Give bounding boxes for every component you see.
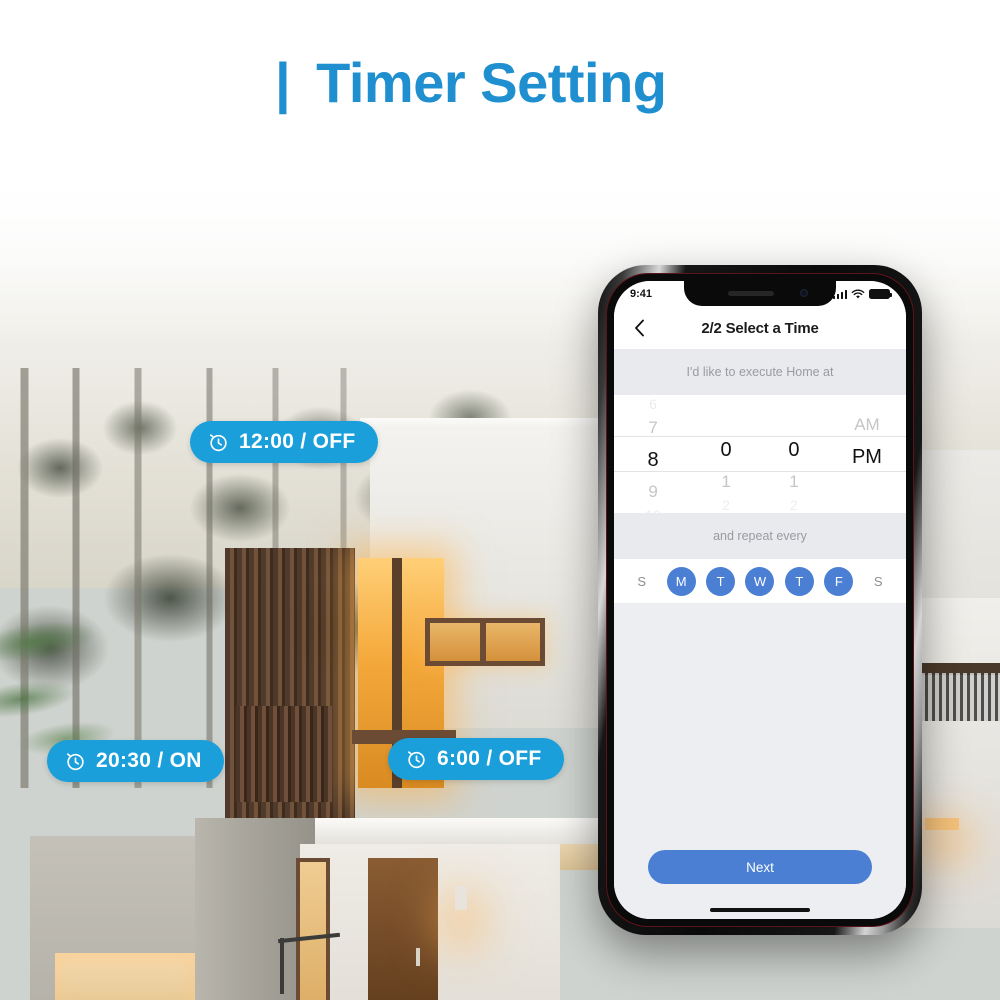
status-bar-time: 9:41 — [630, 288, 653, 300]
day-label: S — [873, 573, 883, 589]
lit-alcove — [55, 953, 195, 1000]
timer-badge-3-label: 6:00 / OFF — [437, 747, 542, 770]
entry-side-window — [296, 858, 330, 1000]
page-title-text: Timer Setting — [316, 51, 667, 114]
wifi-icon — [851, 289, 865, 298]
timer-badge-1: 12:00 / OFF — [190, 421, 378, 463]
picker-selection-line-top — [614, 436, 906, 437]
hour-wheel[interactable]: 6 7 8 9 10 — [614, 395, 692, 513]
minute-tens-option-above[interactable] — [692, 409, 760, 433]
header-band: | Timer Setting — [0, 0, 1000, 132]
back-button[interactable] — [628, 317, 650, 339]
hour-option-below[interactable]: 9 — [614, 477, 692, 507]
day-toggle-wednesday[interactable]: W — [745, 566, 775, 596]
clock-icon — [406, 749, 427, 770]
day-toggle-sunday[interactable]: S — [627, 567, 656, 596]
screen-filler — [614, 603, 906, 850]
front-camera — [800, 289, 808, 297]
page-title: | Timer Setting — [275, 50, 667, 115]
day-toggle-tuesday[interactable]: T — [706, 566, 736, 596]
door-handle — [416, 948, 420, 966]
chevron-left-icon — [634, 319, 644, 337]
timer-badge-3: 6:00 / OFF — [388, 738, 564, 780]
minute-ones-option-above[interactable] — [760, 409, 828, 433]
phone-screen: 9:41 2/2 Select a Time I'd like to execu… — [614, 281, 906, 919]
battery-full-icon — [869, 289, 892, 299]
meridiem-option-below-far[interactable] — [828, 500, 906, 514]
exterior-wall-light-right — [925, 818, 959, 830]
promo-page: | Timer Setting 12:00 / OFF 20:30 / ON 6… — [0, 0, 1000, 1000]
minute-ones-option-below-far[interactable]: 2 — [760, 497, 828, 513]
nav-bar: 2/2 Select a Time — [614, 307, 906, 349]
minute-ones-wheel[interactable]: 0 1 2 — [760, 395, 828, 513]
day-label: T — [795, 573, 804, 589]
stair-handrail-post — [280, 938, 284, 994]
home-indicator-bar — [710, 908, 810, 912]
phone-mockup: 9:41 2/2 Select a Time I'd like to execu… — [598, 265, 922, 935]
hour-option-below-far[interactable]: 10 — [614, 507, 692, 513]
phone-notch — [684, 281, 836, 306]
time-picker[interactable]: 6 7 8 9 10 0 1 2 — [614, 395, 906, 513]
repeat-days-row[interactable]: S M T W T F S — [614, 559, 906, 603]
day-label: T — [716, 573, 725, 589]
meridiem-option-selected[interactable]: PM — [828, 440, 906, 474]
title-bar-glyph: | — [275, 51, 291, 114]
picker-selection-line-bottom — [614, 471, 906, 472]
minute-ones-option-above-far[interactable] — [760, 395, 828, 409]
time-picker-wheels[interactable]: 6 7 8 9 10 0 1 2 — [614, 395, 906, 513]
phone-bezel: 9:41 2/2 Select a Time I'd like to execu… — [606, 273, 914, 927]
clock-icon — [208, 432, 229, 453]
wood-slat-accent — [236, 706, 332, 802]
day-label: S — [637, 573, 647, 589]
earpiece-speaker — [728, 291, 774, 296]
execute-label: I'd like to execute Home at — [614, 349, 906, 395]
next-button-container: Next — [614, 850, 906, 884]
timer-badge-1-label: 12:00 / OFF — [239, 430, 356, 453]
hour-option-above-far[interactable]: 6 — [614, 395, 692, 413]
nav-title: 2/2 Select a Time — [701, 319, 819, 337]
day-label: W — [753, 573, 767, 589]
day-label: M — [675, 573, 687, 589]
day-label: F — [834, 573, 843, 589]
front-door — [368, 858, 438, 1000]
minute-ones-option-selected[interactable]: 0 — [760, 433, 828, 467]
minute-tens-option-below-far[interactable]: 2 — [692, 497, 760, 513]
repeat-label: and repeat every — [614, 513, 906, 559]
timer-badge-2: 20:30 / ON — [47, 740, 224, 782]
timer-badge-2-label: 20:30 / ON — [96, 749, 202, 772]
home-indicator — [614, 908, 906, 919]
clock-icon — [65, 751, 86, 772]
screen-body: I'd like to execute Home at 6 7 8 9 10 — [614, 349, 906, 919]
day-toggle-thursday[interactable]: T — [784, 566, 814, 596]
minute-tens-option-above-far[interactable] — [692, 395, 760, 409]
next-button[interactable]: Next — [648, 850, 872, 884]
minute-tens-option-selected[interactable]: 0 — [692, 433, 760, 467]
hour-option-above[interactable]: 7 — [614, 413, 692, 443]
day-toggle-monday[interactable]: M — [666, 566, 696, 596]
window-divider — [480, 618, 486, 666]
minute-tens-wheel[interactable]: 0 1 2 — [692, 395, 760, 513]
day-toggle-saturday[interactable]: S — [864, 567, 893, 596]
meridiem-wheel[interactable]: AM PM — [828, 395, 906, 513]
meridiem-option-above-far[interactable] — [828, 395, 906, 410]
status-bar-indicators — [832, 289, 892, 300]
exterior-wall-light-entry — [455, 886, 467, 910]
meridiem-option-below[interactable] — [828, 474, 906, 499]
day-toggle-friday[interactable]: F — [824, 566, 854, 596]
